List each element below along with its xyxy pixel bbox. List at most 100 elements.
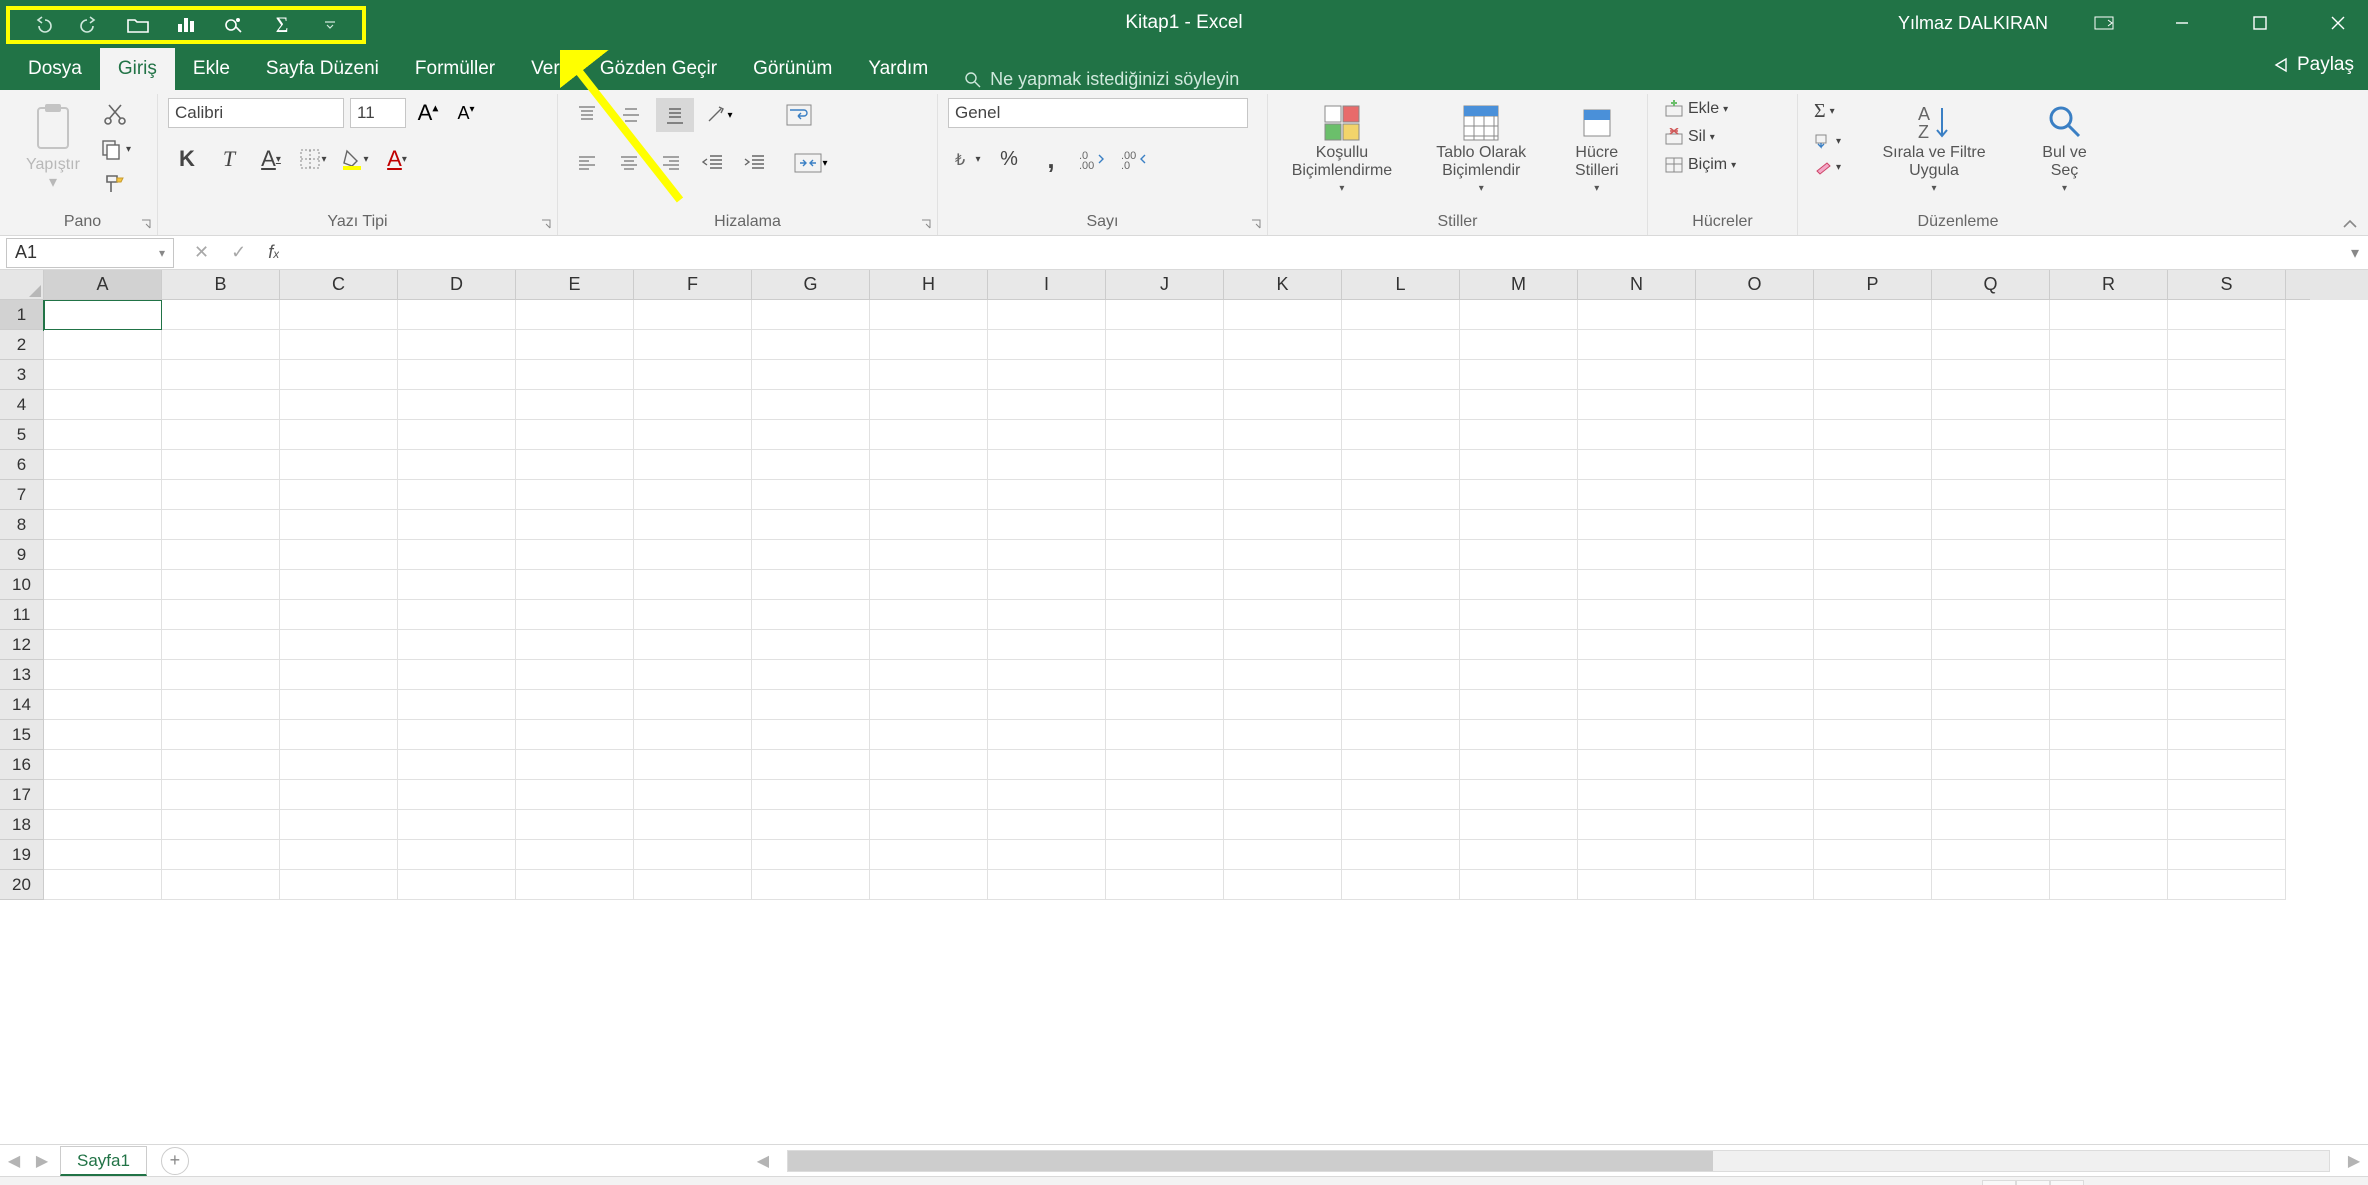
page-layout-view-icon[interactable] (2016, 1180, 2050, 1185)
cell[interactable] (1696, 810, 1814, 840)
cell[interactable] (1460, 480, 1578, 510)
format-as-table-button[interactable]: Tablo Olarak Biçimlendir▾ (1412, 98, 1551, 202)
cell[interactable] (1460, 450, 1578, 480)
font-size-input[interactable] (350, 98, 406, 128)
row-header[interactable]: 16 (0, 750, 44, 780)
cell[interactable] (1814, 390, 1932, 420)
cell[interactable] (1342, 480, 1460, 510)
cell[interactable] (398, 750, 516, 780)
cell[interactable] (44, 780, 162, 810)
column-header[interactable]: C (280, 270, 398, 300)
cell[interactable] (280, 810, 398, 840)
tell-me-search[interactable]: Ne yapmak istediğinizi söyleyin (964, 69, 1239, 90)
copy-icon[interactable]: ▾ (94, 136, 137, 162)
cell[interactable] (398, 390, 516, 420)
cell[interactable] (1814, 810, 1932, 840)
cell[interactable] (2050, 300, 2168, 330)
cell[interactable] (162, 300, 280, 330)
cell[interactable] (398, 690, 516, 720)
cell[interactable] (1342, 420, 1460, 450)
cell[interactable] (2050, 870, 2168, 900)
column-header[interactable]: B (162, 270, 280, 300)
cell[interactable] (752, 870, 870, 900)
cell[interactable] (1106, 540, 1224, 570)
cell[interactable] (1342, 630, 1460, 660)
cell[interactable] (1932, 450, 2050, 480)
cell[interactable] (1814, 840, 1932, 870)
cell[interactable] (1932, 540, 2050, 570)
bold-button[interactable]: K (168, 142, 206, 176)
cell[interactable] (2168, 780, 2286, 810)
cell[interactable] (398, 600, 516, 630)
cell[interactable] (1696, 840, 1814, 870)
sum-icon[interactable]: Σ (258, 10, 306, 40)
cell[interactable] (1578, 780, 1696, 810)
align-left-icon[interactable] (568, 146, 606, 180)
cell[interactable] (1696, 690, 1814, 720)
cell[interactable] (516, 390, 634, 420)
row-header[interactable]: 15 (0, 720, 44, 750)
tab-home[interactable]: Giriş (100, 48, 175, 90)
hscroll-right-icon[interactable]: ▶ (2340, 1147, 2368, 1175)
cell[interactable] (1814, 300, 1932, 330)
cell[interactable] (162, 390, 280, 420)
cell[interactable] (988, 660, 1106, 690)
qat-customize-icon[interactable] (306, 10, 354, 40)
cell[interactable] (1342, 840, 1460, 870)
cell[interactable] (752, 330, 870, 360)
cell[interactable] (162, 660, 280, 690)
cell[interactable] (2168, 750, 2286, 780)
cell[interactable] (988, 630, 1106, 660)
find-select-button[interactable]: Bul ve Seç▾ (2021, 98, 2108, 202)
cell[interactable] (1696, 480, 1814, 510)
format-cells-button[interactable]: Biçim▾ (1658, 154, 1742, 176)
cell[interactable] (2168, 810, 2286, 840)
cell[interactable] (280, 630, 398, 660)
cell[interactable] (1814, 360, 1932, 390)
cell[interactable] (280, 570, 398, 600)
cell[interactable] (1932, 420, 2050, 450)
fill-button[interactable]: ▾ (1808, 131, 1847, 151)
horizontal-scrollbar[interactable] (787, 1150, 2330, 1172)
cell[interactable] (870, 720, 988, 750)
cell[interactable] (988, 420, 1106, 450)
align-middle-icon[interactable] (612, 98, 650, 132)
cell[interactable] (1342, 540, 1460, 570)
cell[interactable] (1460, 870, 1578, 900)
cell[interactable] (1342, 330, 1460, 360)
cell[interactable] (634, 720, 752, 750)
cell[interactable] (1106, 780, 1224, 810)
cell[interactable] (1106, 630, 1224, 660)
cell[interactable] (752, 720, 870, 750)
cell[interactable] (752, 780, 870, 810)
cell[interactable] (1342, 690, 1460, 720)
cell[interactable] (1814, 450, 1932, 480)
cell[interactable] (870, 480, 988, 510)
cell[interactable] (280, 420, 398, 450)
cell[interactable] (44, 660, 162, 690)
cell[interactable] (634, 510, 752, 540)
increase-decimal-icon[interactable]: .0.00 (1074, 142, 1112, 176)
cell[interactable] (988, 510, 1106, 540)
cell[interactable] (988, 480, 1106, 510)
cell[interactable] (1342, 510, 1460, 540)
cell[interactable] (752, 540, 870, 570)
cell[interactable] (398, 570, 516, 600)
dialog-launcher-icon[interactable] (1249, 217, 1263, 231)
cell[interactable] (752, 420, 870, 450)
format-painter-icon[interactable] (94, 172, 137, 196)
cell[interactable] (634, 690, 752, 720)
cell[interactable] (870, 750, 988, 780)
cell[interactable] (1696, 660, 1814, 690)
cell[interactable] (280, 720, 398, 750)
cell[interactable] (162, 540, 280, 570)
cell[interactable] (2050, 750, 2168, 780)
cell[interactable] (516, 870, 634, 900)
cell[interactable] (2168, 630, 2286, 660)
cell[interactable] (2050, 810, 2168, 840)
cell[interactable] (516, 720, 634, 750)
autosum-button[interactable]: Σ▾ (1808, 98, 1847, 125)
cell[interactable] (44, 570, 162, 600)
tab-formulas[interactable]: Formüller (397, 48, 513, 90)
row-header[interactable]: 19 (0, 840, 44, 870)
